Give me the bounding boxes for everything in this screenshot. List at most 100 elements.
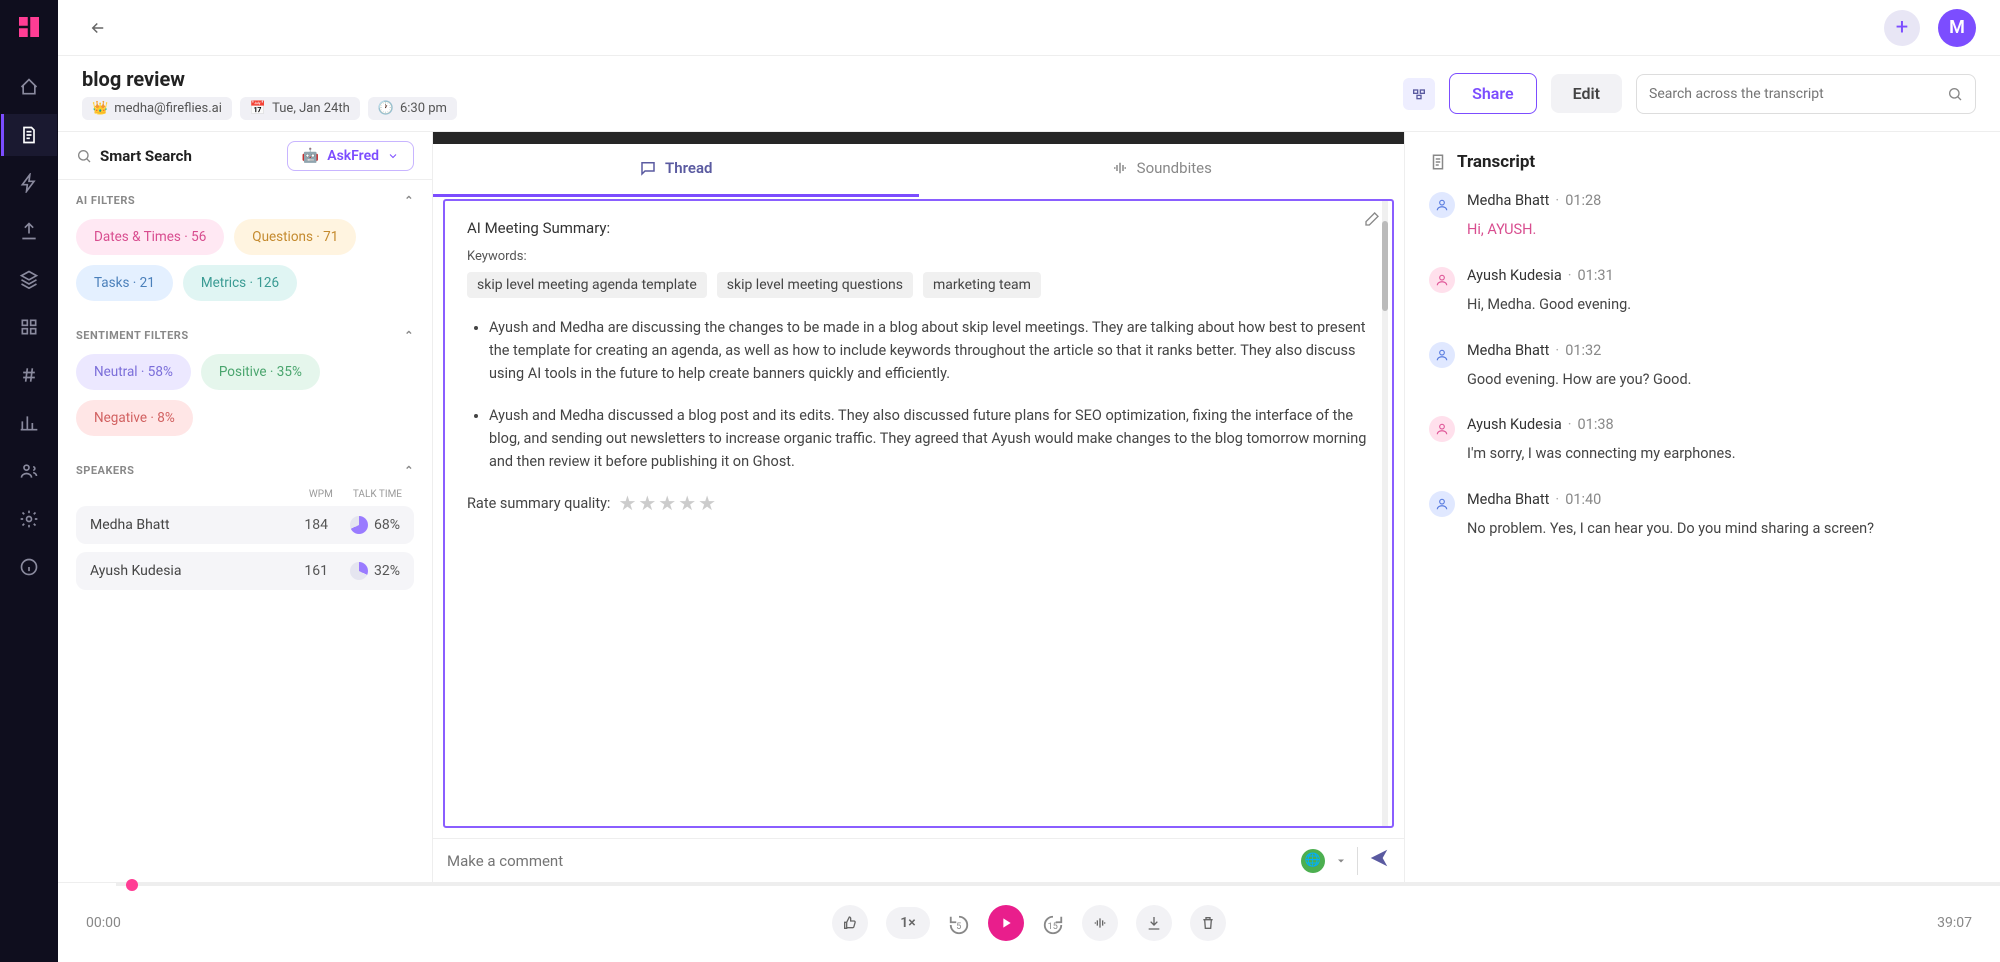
col-wpm: WPM <box>309 489 333 500</box>
left-nav-rail <box>0 0 58 962</box>
transcript-entry[interactable]: Medha Bhatt·01:40 No problem. Yes, I can… <box>1429 491 1976 540</box>
speed-button[interactable]: 1× <box>886 907 929 939</box>
progress-track[interactable] <box>116 883 2000 886</box>
speaker-avatar-icon <box>1429 491 1455 517</box>
chevron-down-icon[interactable] <box>1335 855 1347 867</box>
nav-hash-icon[interactable] <box>1 354 57 396</box>
nav-bolt-icon[interactable] <box>1 162 57 204</box>
transcript-entry[interactable]: Medha Bhatt·01:32 Good evening. How are … <box>1429 342 1976 391</box>
rating-stars[interactable]: ★★★★★ <box>618 491 718 515</box>
chevron-up-icon: ⌃ <box>404 194 414 207</box>
chevron-up-icon: ⌃ <box>404 329 414 342</box>
keyword-chip[interactable]: skip level meeting questions <box>717 272 913 298</box>
speaker-row[interactable]: Medha Bhatt18468% <box>76 506 414 544</box>
transcript-text: Hi, Medha. Good evening. <box>1467 294 1976 316</box>
send-button[interactable] <box>1368 847 1390 874</box>
nav-settings-icon[interactable] <box>1 498 57 540</box>
smart-search-label: Smart Search <box>76 147 192 165</box>
nav-team-icon[interactable] <box>1 450 57 492</box>
skip-forward-button[interactable]: 15 <box>1042 914 1064 932</box>
transcript-entry[interactable]: Medha Bhatt·01:28 Hi, AYUSH. <box>1429 192 1976 241</box>
filter-pill[interactable]: Questions · 71 <box>234 219 356 255</box>
timestamp: 01:32 <box>1565 342 1601 359</box>
comment-input[interactable] <box>447 852 1301 870</box>
filter-pill[interactable]: Tasks · 21 <box>76 265 173 301</box>
summary-bullet: Ayush and Medha discussed a blog post an… <box>489 404 1370 474</box>
time-chip: 🕐6:30 pm <box>368 97 457 120</box>
calendar-icon: 📅 <box>250 101 266 116</box>
comment-bar: 🌐 <box>433 838 1404 882</box>
top-bar: + M <box>58 0 2000 56</box>
delete-button[interactable] <box>1190 905 1226 941</box>
transcript-text: I'm sorry, I was connecting my earphones… <box>1467 443 1976 465</box>
transcript-text: No problem. Yes, I can hear you. Do you … <box>1467 518 1976 540</box>
chevron-up-icon: ⌃ <box>404 464 414 477</box>
tab-soundbites[interactable]: Soundbites <box>919 144 1405 194</box>
edit-button[interactable]: Edit <box>1551 74 1622 113</box>
filter-pill[interactable]: Dates & Times · 56 <box>76 219 224 255</box>
meeting-header: blog review 👑medha@fireflies.ai 📅Tue, Ja… <box>58 56 2000 132</box>
transcript-title: Transcript <box>1457 152 1535 172</box>
user-avatar[interactable]: M <box>1938 9 1976 47</box>
nav-analytics-icon[interactable] <box>1 402 57 444</box>
current-time: 00:00 <box>86 915 121 931</box>
chevron-down-icon <box>387 150 399 162</box>
share-button[interactable]: Share <box>1449 73 1537 114</box>
sentiment-pill[interactable]: Negative · 8% <box>76 400 193 436</box>
filter-pill[interactable]: Metrics · 126 <box>183 265 297 301</box>
add-button[interactable]: + <box>1884 10 1920 46</box>
filters-sidebar: Smart Search 🤖 AskFred AI FILTERS ⌃ Date… <box>58 132 433 882</box>
summary-panel: Thread Soundbites AI Meeting Summary: Ke… <box>433 132 1405 882</box>
nav-notes-icon[interactable] <box>1 114 57 156</box>
timestamp: 01:40 <box>1565 491 1601 508</box>
speaker-avatar-icon <box>1429 416 1455 442</box>
thread-icon <box>639 159 657 177</box>
nav-layers-icon[interactable] <box>1 258 57 300</box>
waveform-button[interactable] <box>1082 905 1118 941</box>
ai-summary-box: AI Meeting Summary: Keywords: skip level… <box>443 199 1394 828</box>
soundbites-icon <box>1111 159 1129 177</box>
transcript-icon <box>1429 153 1447 171</box>
speakers-header[interactable]: SPEAKERS ⌃ <box>76 464 414 477</box>
sentiment-pill[interactable]: Positive · 35% <box>201 354 320 390</box>
speaker-avatar-icon <box>1429 267 1455 293</box>
sentiment-pill[interactable]: Neutral · 58% <box>76 354 191 390</box>
search-input[interactable] <box>1649 86 1947 102</box>
speaker-row[interactable]: Ayush Kudesia16132% <box>76 552 414 590</box>
speaker-name: Medha Bhatt <box>1467 192 1549 209</box>
play-button[interactable] <box>988 905 1024 941</box>
transcript-entry[interactable]: Ayush Kudesia·01:31 Hi, Medha. Good even… <box>1429 267 1976 316</box>
download-button[interactable] <box>1136 905 1172 941</box>
scrollbar-thumb[interactable] <box>1382 221 1388 311</box>
nav-home-icon[interactable] <box>1 66 57 108</box>
progress-handle[interactable] <box>126 879 138 891</box>
keyword-chip[interactable]: marketing team <box>923 272 1041 298</box>
ai-filters-header[interactable]: AI FILTERS ⌃ <box>76 194 414 207</box>
skip-back-button[interactable]: 5 <box>948 914 970 932</box>
participants-icon[interactable] <box>1403 78 1435 110</box>
keyword-chip[interactable]: skip level meeting agenda template <box>467 272 707 298</box>
clock-icon: 🕐 <box>378 101 394 116</box>
speaker-avatar-icon <box>1429 192 1455 218</box>
transcript-entry[interactable]: Ayush Kudesia·01:38 I'm sorry, I was con… <box>1429 416 1976 465</box>
tab-thread[interactable]: Thread <box>433 144 919 194</box>
transcript-text: Good evening. How are you? Good. <box>1467 369 1976 391</box>
nav-info-icon[interactable] <box>1 546 57 588</box>
sentiment-filters-header[interactable]: SENTIMENT FILTERS ⌃ <box>76 329 414 342</box>
total-time: 39:07 <box>1937 915 1972 931</box>
bot-icon: 🤖 <box>302 148 319 164</box>
crown-icon: 👑 <box>92 101 108 116</box>
col-talktime: TALK TIME <box>353 489 402 500</box>
speaker-name: Medha Bhatt <box>1467 491 1549 508</box>
askfred-button[interactable]: 🤖 AskFred <box>287 141 414 171</box>
video-preview[interactable] <box>433 132 1404 144</box>
speaker-name: Medha Bhatt <box>1467 342 1549 359</box>
thumbs-up-button[interactable] <box>832 905 868 941</box>
edit-summary-icon[interactable] <box>1364 211 1380 231</box>
nav-grid-icon[interactable] <box>1 306 57 348</box>
transcript-panel: Transcript Medha Bhatt·01:28 Hi, AYUSH. … <box>1405 132 2000 882</box>
nav-upload-icon[interactable] <box>1 210 57 252</box>
back-button[interactable] <box>82 12 114 44</box>
visibility-icon[interactable]: 🌐 <box>1301 849 1325 873</box>
transcript-search[interactable] <box>1636 74 1976 114</box>
